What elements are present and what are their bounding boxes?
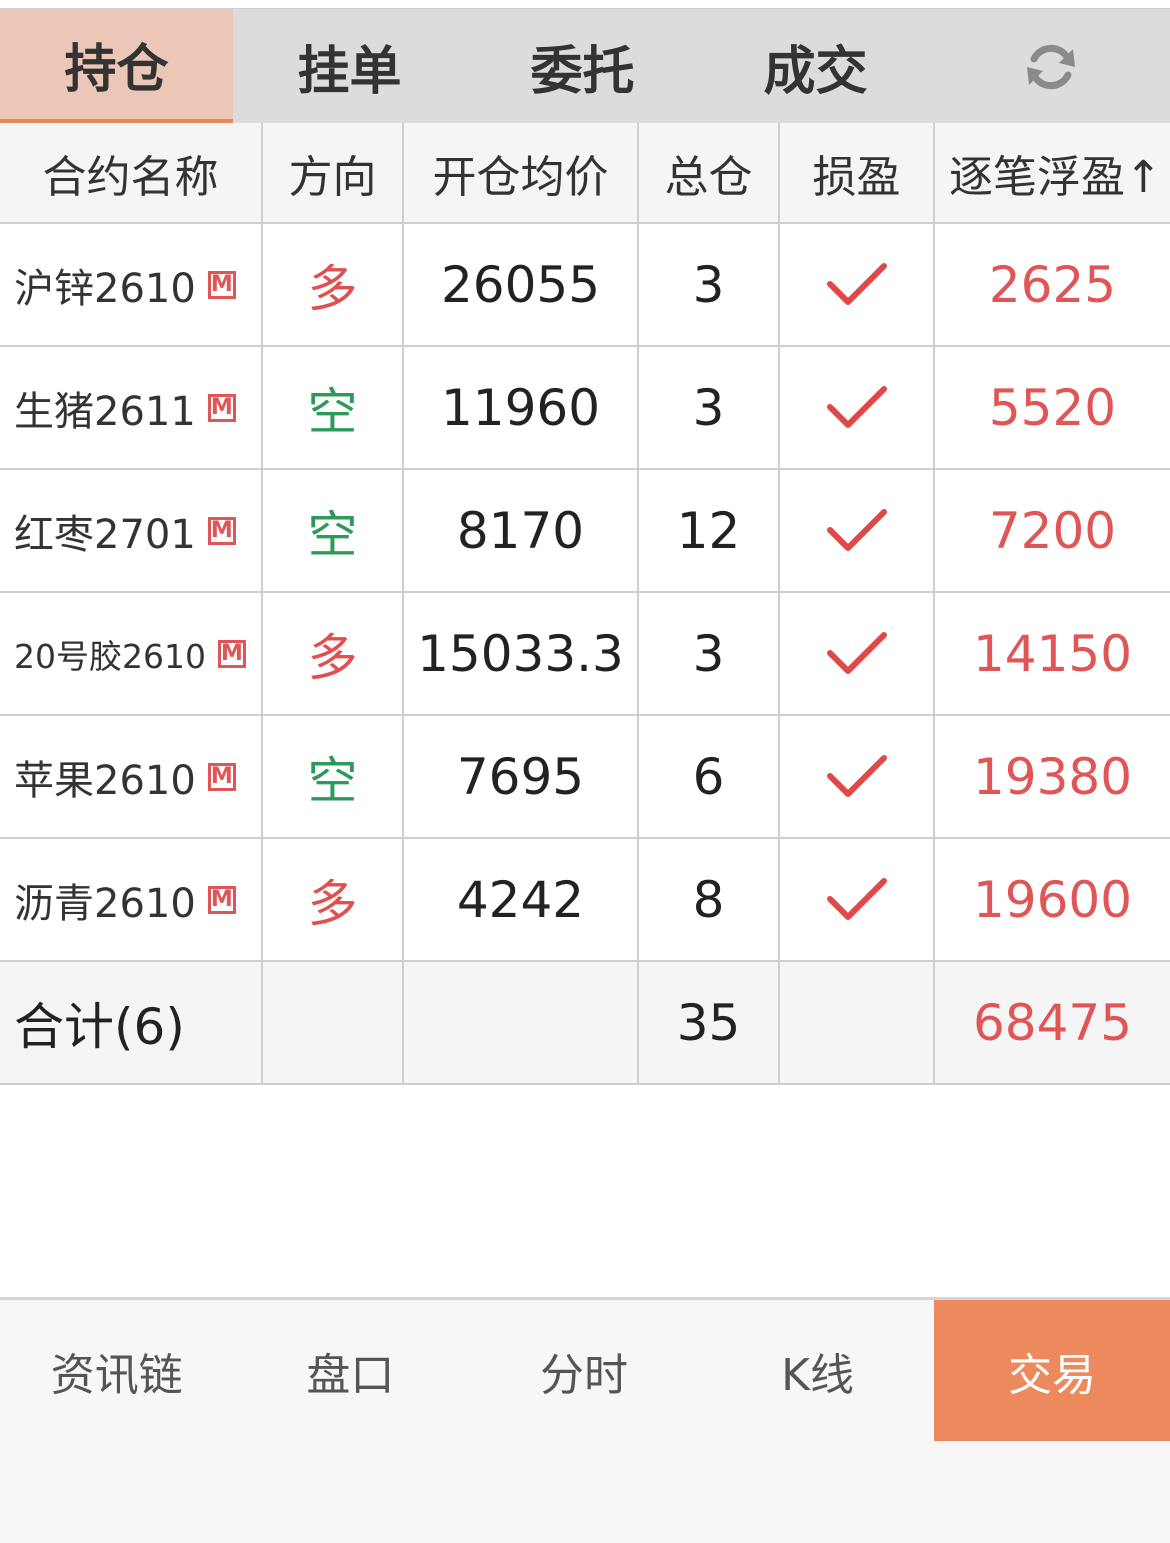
check-icon bbox=[826, 508, 887, 551]
nav-kline[interactable]: K线 bbox=[701, 1300, 935, 1441]
header-avg-open-price[interactable]: 开仓均价 bbox=[404, 123, 639, 222]
contract-name: 沪锌2610 bbox=[14, 265, 196, 312]
bottom-nav: 资讯链 盘口 分时 K线 交易 bbox=[0, 1297, 1170, 1543]
profit-loss-toggle[interactable] bbox=[780, 716, 935, 837]
check-icon bbox=[826, 754, 887, 797]
profit-loss-toggle[interactable] bbox=[780, 470, 935, 591]
contract-name: 20号胶2610 bbox=[14, 636, 206, 676]
direction: 多 bbox=[263, 593, 404, 714]
nav-intraday[interactable]: 分时 bbox=[467, 1300, 701, 1441]
header-direction[interactable]: 方向 bbox=[263, 123, 404, 222]
table-row[interactable]: 沥青2610 M 多 4242 8 19600 bbox=[0, 839, 1170, 962]
check-icon bbox=[826, 631, 887, 674]
tab-positions[interactable]: 持仓 bbox=[0, 9, 233, 124]
total-label: 合计(6) bbox=[0, 962, 263, 1083]
total-direction-empty bbox=[263, 962, 404, 1083]
profit-loss-toggle[interactable] bbox=[780, 347, 935, 468]
market-badge-icon: M bbox=[207, 885, 236, 914]
total-positions: 12 bbox=[639, 470, 780, 591]
header-floating-pnl-sort[interactable]: 逐笔浮盈↑ bbox=[935, 123, 1170, 222]
avg-open-price: 26055 bbox=[404, 224, 639, 345]
market-badge-icon: M bbox=[207, 393, 236, 422]
market-badge-icon: M bbox=[217, 639, 246, 668]
floating-pnl: 5520 bbox=[988, 378, 1117, 437]
tab-pending-orders[interactable]: 挂单 bbox=[233, 9, 466, 124]
market-badge-icon: M bbox=[207, 516, 236, 545]
contract-name-cell: 红枣2701 M bbox=[0, 470, 263, 591]
refresh-icon bbox=[1027, 44, 1075, 89]
total-positions: 3 bbox=[639, 224, 780, 345]
contract-name-cell: 沪锌2610 M bbox=[0, 224, 263, 345]
positions-table: 合约名称 方向 开仓均价 总仓 损盈 逐笔浮盈↑ 沪锌2610 M 多 26055 3 2… bbox=[0, 123, 1170, 1085]
market-badge-icon: M bbox=[207, 270, 236, 299]
avg-open-price: 15033.3 bbox=[404, 593, 639, 714]
total-price-empty bbox=[404, 962, 639, 1083]
direction: 空 bbox=[263, 347, 404, 468]
table-row[interactable]: 苹果2610 M 空 7695 6 19380 bbox=[0, 716, 1170, 839]
header-contract-name[interactable]: 合约名称 bbox=[0, 123, 263, 222]
contract-name-cell: 沥青2610 M bbox=[0, 839, 263, 960]
tab-orders[interactable]: 委托 bbox=[466, 9, 699, 124]
total-pl-empty bbox=[780, 962, 935, 1083]
check-icon bbox=[826, 385, 887, 428]
profit-loss-toggle[interactable] bbox=[780, 593, 935, 714]
total-positions: 8 bbox=[639, 839, 780, 960]
market-badge-icon: M bbox=[207, 762, 236, 791]
profit-loss-toggle[interactable] bbox=[780, 224, 935, 345]
table-row[interactable]: 生猪2611 M 空 11960 3 5520 bbox=[0, 347, 1170, 470]
floating-pnl: 19380 bbox=[972, 747, 1133, 806]
direction: 空 bbox=[263, 716, 404, 837]
direction: 多 bbox=[263, 224, 404, 345]
floating-pnl: 19600 bbox=[972, 870, 1133, 929]
contract-name: 红枣2701 bbox=[14, 511, 196, 558]
contract-name: 生猪2611 bbox=[14, 388, 196, 435]
floating-pnl: 14150 bbox=[972, 624, 1133, 683]
avg-open-price: 11960 bbox=[404, 347, 639, 468]
total-positions-value: 35 bbox=[639, 962, 780, 1083]
floating-pnl: 2625 bbox=[988, 255, 1117, 314]
total-positions: 3 bbox=[639, 593, 780, 714]
floating-pnl: 7200 bbox=[988, 501, 1117, 560]
contract-name-cell: 苹果2610 M bbox=[0, 716, 263, 837]
table-row[interactable]: 沪锌2610 M 多 26055 3 2625 bbox=[0, 224, 1170, 347]
nav-order-book[interactable]: 盘口 bbox=[234, 1300, 468, 1441]
table-header: 合约名称 方向 开仓均价 总仓 损盈 逐笔浮盈↑ bbox=[0, 123, 1170, 224]
total-row: 合计(6) 35 68475 bbox=[0, 962, 1170, 1085]
tab-trades[interactable]: 成交 bbox=[699, 9, 932, 124]
header-total-positions[interactable]: 总仓 bbox=[639, 123, 780, 222]
nav-trade[interactable]: 交易 bbox=[934, 1300, 1170, 1441]
avg-open-price: 8170 bbox=[404, 470, 639, 591]
refresh-button[interactable] bbox=[932, 9, 1170, 124]
check-icon bbox=[826, 262, 887, 305]
avg-open-price: 7695 bbox=[404, 716, 639, 837]
check-icon bbox=[826, 877, 887, 920]
total-positions: 3 bbox=[639, 347, 780, 468]
profit-loss-toggle[interactable] bbox=[780, 839, 935, 960]
contract-name-cell: 20号胶2610 M bbox=[0, 593, 263, 714]
top-tab-bar: 持仓 挂单 委托 成交 bbox=[0, 8, 1170, 124]
direction: 空 bbox=[263, 470, 404, 591]
table-row[interactable]: 红枣2701 M 空 8170 12 7200 bbox=[0, 470, 1170, 593]
avg-open-price: 4242 bbox=[404, 839, 639, 960]
table-row[interactable]: 20号胶2610 M 多 15033.3 3 14150 bbox=[0, 593, 1170, 716]
nav-news-chain[interactable]: 资讯链 bbox=[0, 1300, 234, 1441]
total-floating-pnl: 68475 bbox=[972, 993, 1133, 1052]
contract-name: 苹果2610 bbox=[14, 757, 196, 804]
contract-name: 沥青2610 bbox=[14, 880, 196, 927]
direction: 多 bbox=[263, 839, 404, 960]
total-positions: 6 bbox=[639, 716, 780, 837]
header-profit-loss[interactable]: 损盈 bbox=[780, 123, 935, 222]
contract-name-cell: 生猪2611 M bbox=[0, 347, 263, 468]
positions-page: 持仓 挂单 委托 成交 合约名称 方向 开仓均价 总仓 损盈 逐笔浮盈↑ 沪锌2… bbox=[0, 0, 1170, 1543]
